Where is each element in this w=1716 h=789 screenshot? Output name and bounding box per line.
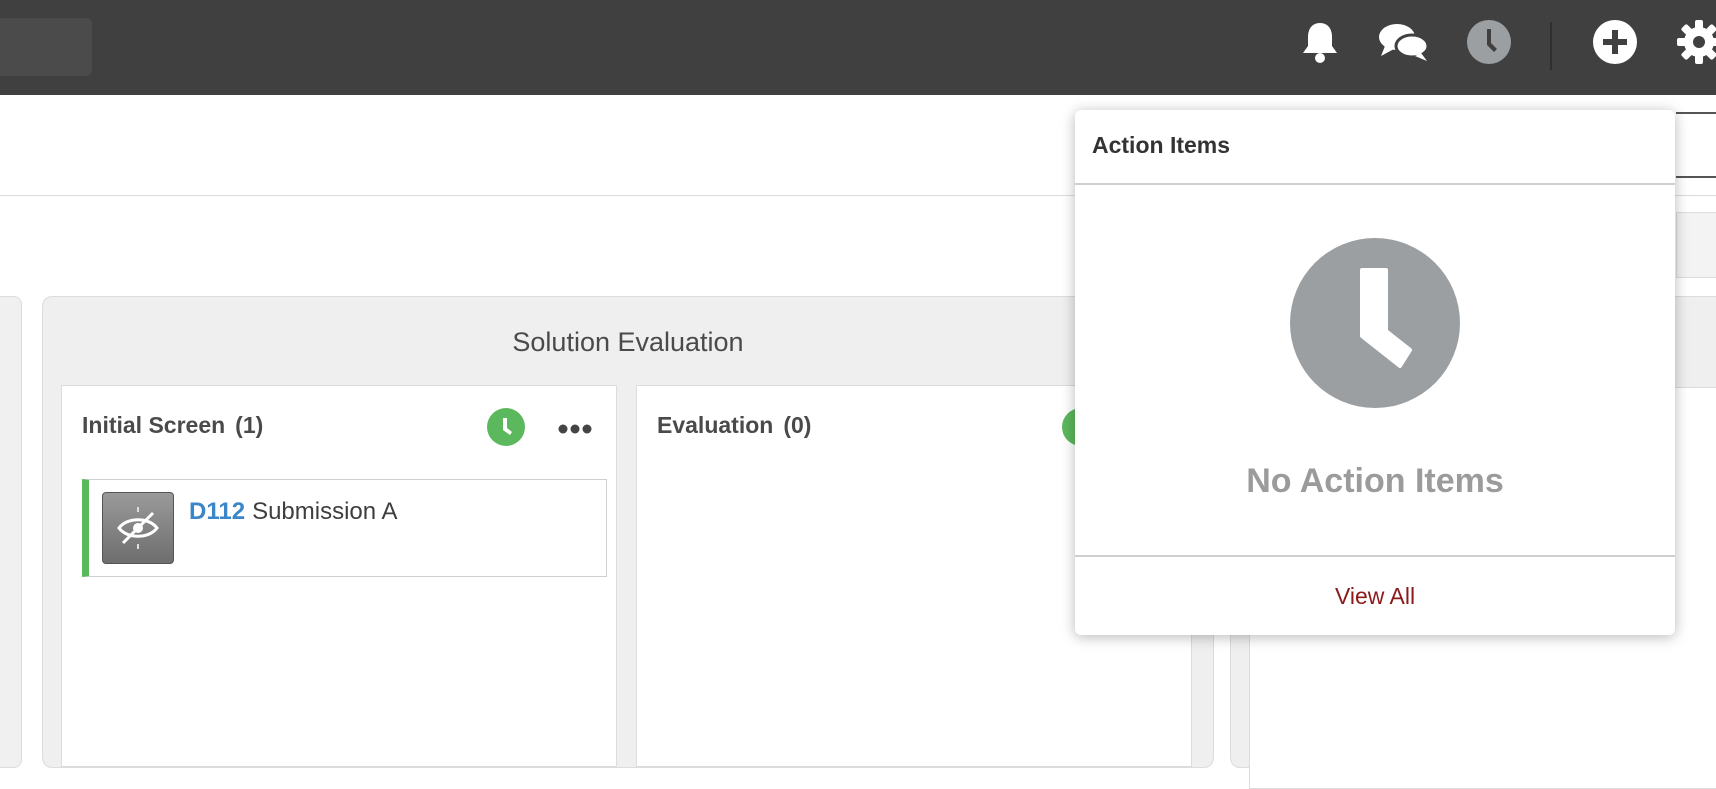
card-title: D112 Submission A bbox=[189, 498, 397, 526]
popover-title: Action Items bbox=[1092, 132, 1231, 158]
clock-icon[interactable] bbox=[487, 408, 525, 446]
column-initial-screen: Initial Screen (1) D112 Submission A bbox=[61, 385, 617, 767]
stage-previous bbox=[0, 296, 22, 768]
column-count: (0) bbox=[783, 412, 812, 438]
empty-state-message: No Action Items bbox=[1246, 462, 1504, 500]
bell-icon[interactable] bbox=[1296, 18, 1344, 66]
submission-card[interactable]: D112 Submission A bbox=[82, 479, 607, 577]
gear-icon[interactable] bbox=[1675, 18, 1716, 66]
chat-icon[interactable] bbox=[1376, 18, 1432, 66]
clock-icon[interactable] bbox=[1465, 18, 1513, 66]
divider bbox=[1075, 183, 1675, 185]
popover-arrow bbox=[1474, 95, 1506, 111]
action-items-popover: Action Items No Action Items View All bbox=[1075, 110, 1675, 635]
view-toggle[interactable] bbox=[1676, 112, 1716, 178]
stage-title: Solution Evaluation bbox=[512, 327, 744, 357]
column-title: Initial Screen (1) bbox=[82, 412, 263, 439]
toolbar-divider bbox=[1550, 22, 1552, 70]
divider bbox=[1075, 555, 1675, 557]
filter-button[interactable] bbox=[1676, 212, 1716, 278]
hidden-idea-icon bbox=[102, 492, 174, 564]
plus-circle-icon[interactable] bbox=[1591, 18, 1639, 66]
column-title-label: Initial Screen bbox=[82, 412, 226, 438]
card-id-link[interactable]: D112 bbox=[189, 498, 245, 525]
search-box[interactable] bbox=[0, 18, 92, 76]
more-options-icon[interactable] bbox=[558, 416, 592, 436]
clock-icon bbox=[1290, 238, 1460, 408]
view-all-link[interactable]: View All bbox=[1075, 583, 1675, 610]
column-title: Evaluation (0) bbox=[657, 412, 811, 439]
column-title-label: Evaluation bbox=[657, 412, 774, 438]
column-count: (1) bbox=[235, 412, 264, 438]
card-title-label: Submission A bbox=[252, 498, 398, 525]
top-navigation-bar bbox=[0, 0, 1716, 95]
